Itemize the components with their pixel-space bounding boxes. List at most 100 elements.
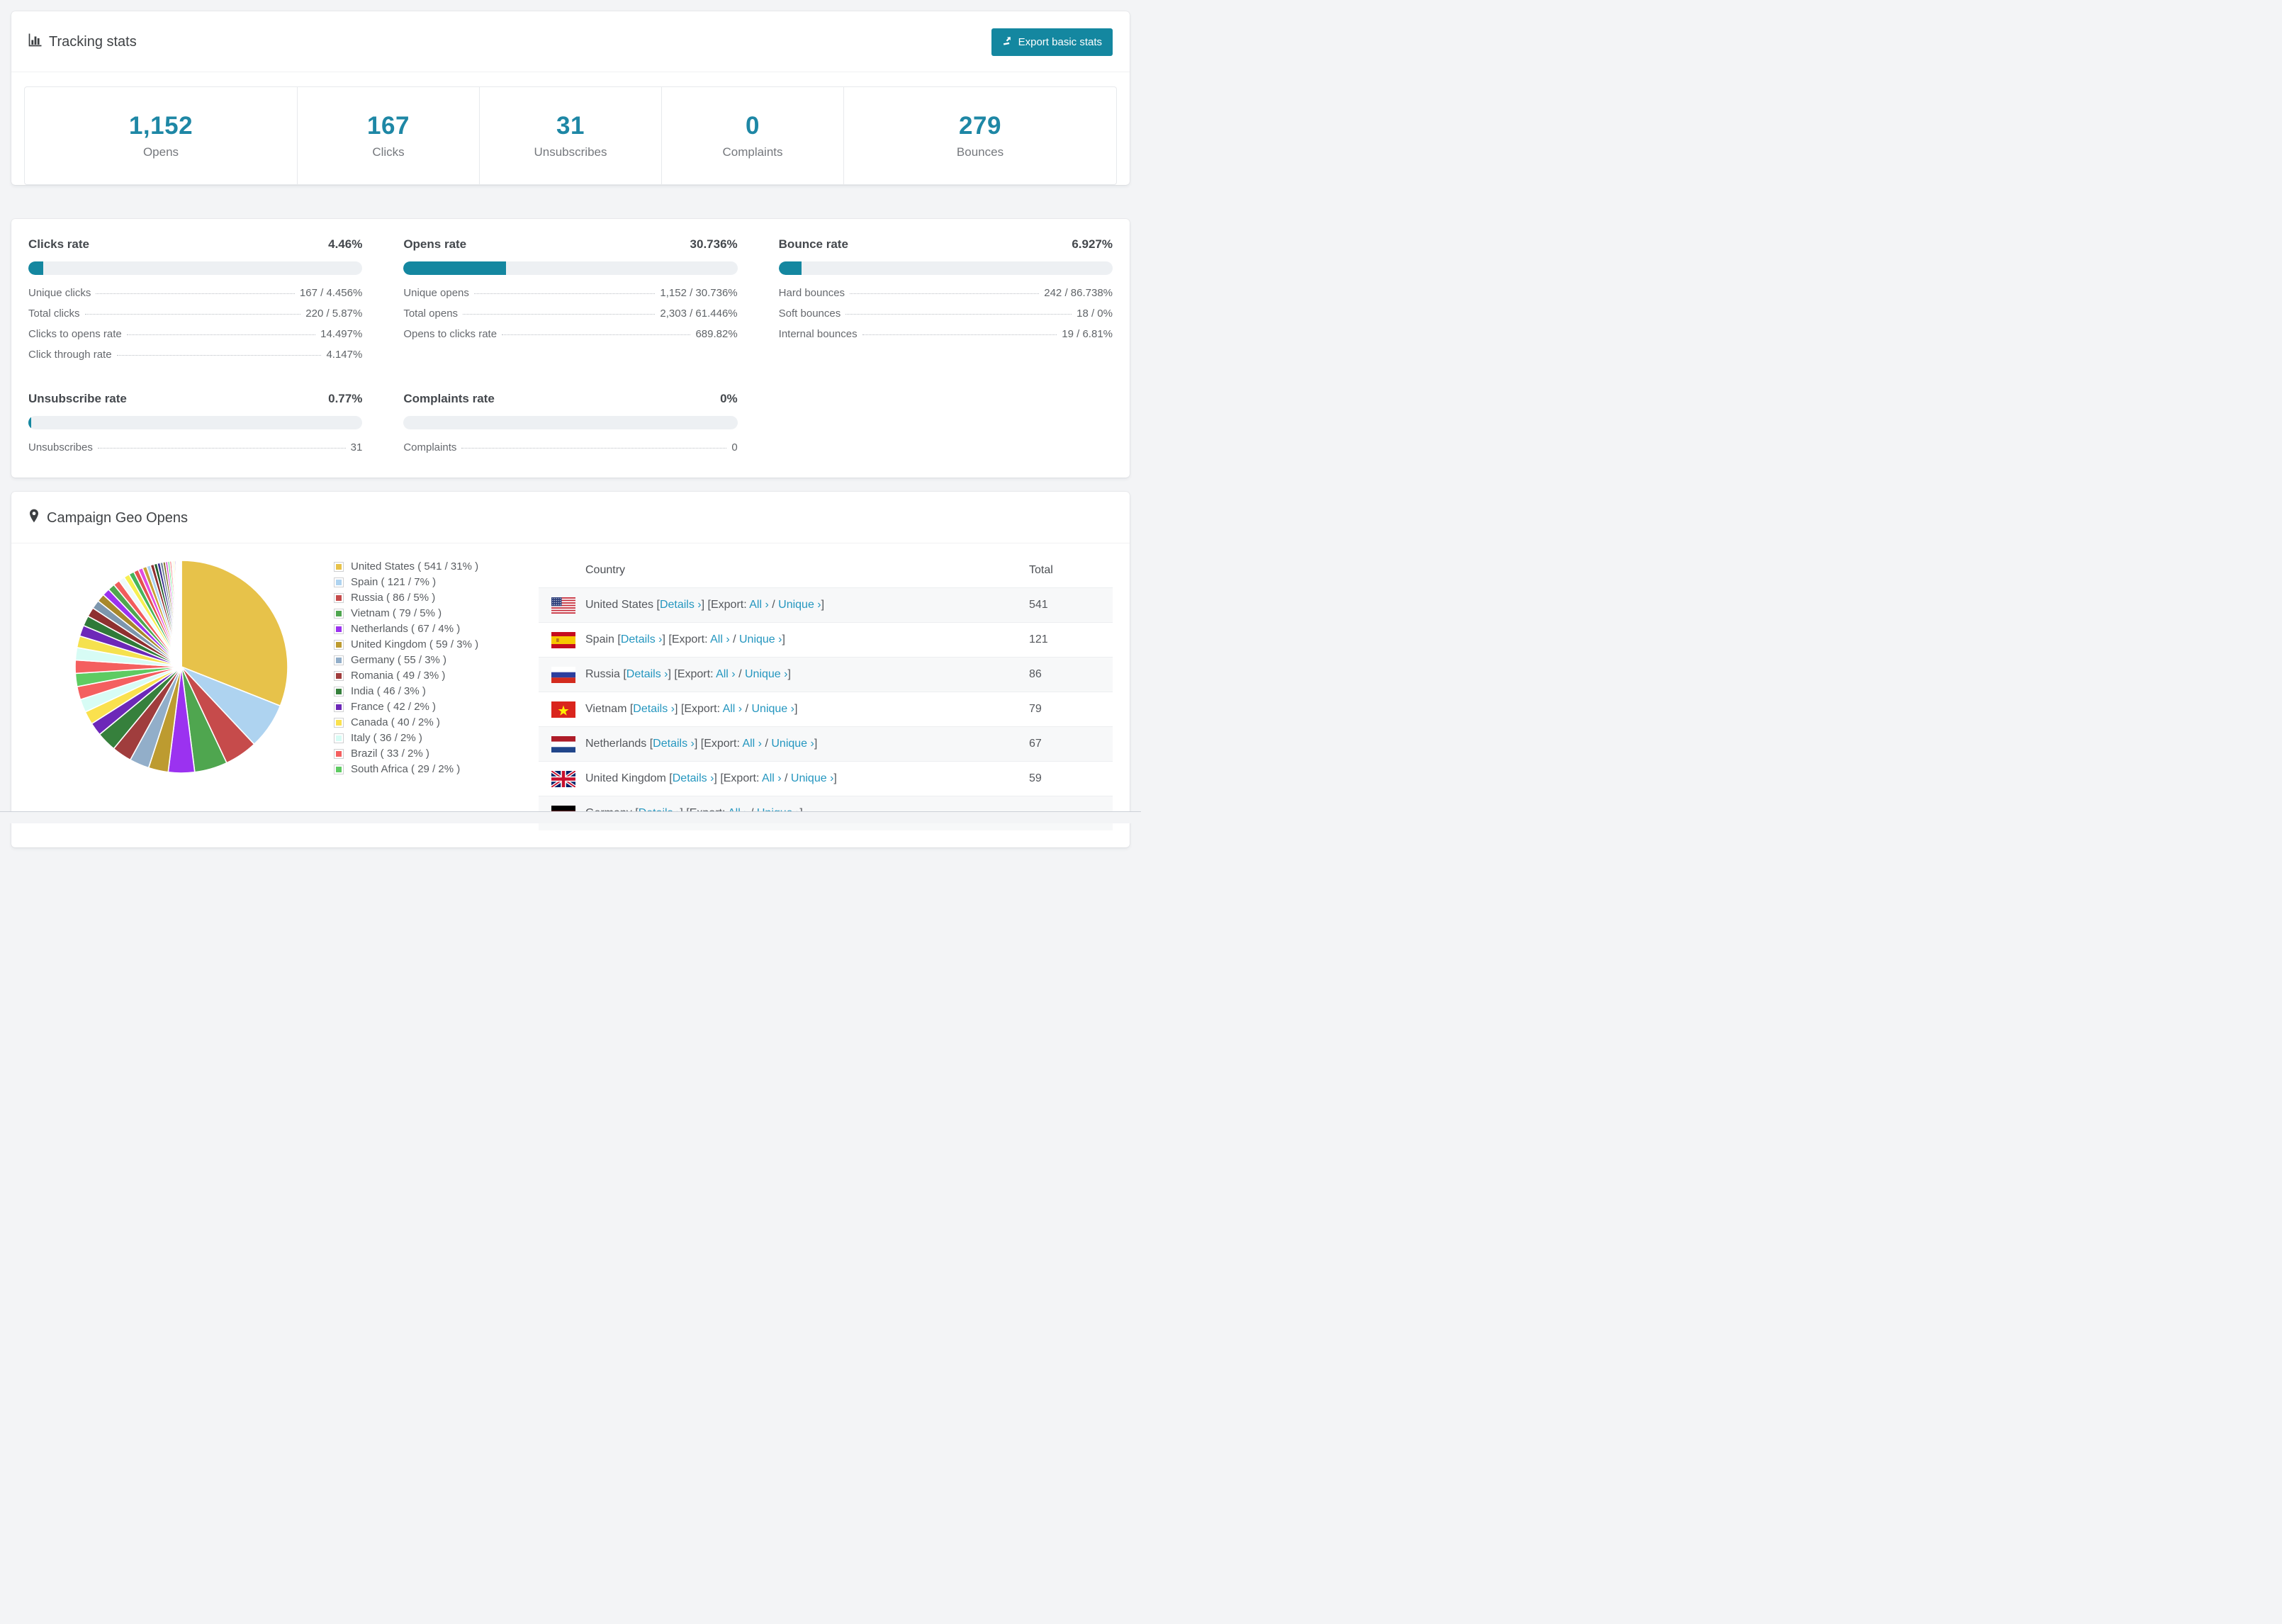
export-unique-link[interactable]: Unique › (745, 668, 787, 680)
dotted-leader (97, 448, 346, 449)
stat-label: Complaints (403, 441, 457, 453)
export-unique-link[interactable]: Unique › (751, 703, 794, 715)
export-all-link[interactable]: All › (716, 668, 736, 680)
geo-table-body: United States [Details ›] [Export: All ›… (539, 587, 1113, 830)
stat-label: Unique opens (403, 287, 469, 299)
summary-value: 279 (959, 112, 1001, 140)
rate-head: Clicks rate 4.46% (28, 237, 362, 252)
legend-label: India ( 46 / 3% ) (351, 685, 426, 697)
rate-panel: Opens rate 30.736% Unique opens 1,152 / … (403, 237, 738, 361)
legend-item: Russia ( 86 / 5% ) (334, 592, 530, 604)
stat-value: 2,303 / 61.446% (660, 308, 738, 320)
summary-label: Bounces (956, 145, 1004, 159)
summary-box-bounces: 279 Bounces (844, 87, 1116, 184)
column-header-country: Country (585, 564, 626, 576)
export-unique-link[interactable]: Unique › (771, 738, 814, 750)
stat-value: 167 / 4.456% (299, 287, 363, 299)
geo-legend: United States ( 541 / 31% ) Spain ( 121 … (334, 553, 530, 830)
legend-swatch-icon (334, 764, 344, 774)
details-link[interactable]: Details › (660, 599, 702, 611)
rate-rows: Hard bounces 242 / 86.738% Soft bounces … (779, 287, 1113, 340)
geo-table-row: Russia [Details ›] [Export: All › / Uniq… (539, 657, 1113, 692)
rate-progress-track (403, 261, 738, 275)
page-title: Tracking stats (49, 34, 137, 50)
stat-label: Clicks to opens rate (28, 328, 122, 340)
details-link[interactable]: Details › (673, 772, 714, 784)
details-link[interactable]: Details › (626, 668, 668, 680)
details-link[interactable]: Details › (621, 633, 663, 645)
stat-line: Complaints 0 (403, 441, 737, 453)
rate-progress-track (403, 416, 738, 429)
rates-card: Clicks rate 4.46% Unique clicks 167 / 4.… (11, 219, 1130, 478)
legend-swatch-icon (334, 717, 344, 728)
export-all-link[interactable]: All › (749, 599, 769, 611)
rate-progress-fill (28, 416, 31, 429)
dotted-leader (463, 314, 656, 315)
geo-pie-chart[interactable] (28, 553, 335, 830)
rate-value: 30.736% (690, 237, 738, 251)
country-name: Russia [ (585, 668, 626, 680)
stat-value: 689.82% (695, 328, 738, 340)
export-basic-stats-button[interactable]: Export basic stats (991, 28, 1113, 56)
legend-swatch-icon (334, 561, 344, 572)
legend-item: Brazil ( 33 / 2% ) (334, 748, 530, 760)
total-cell: 59 (1029, 772, 1042, 784)
summary-label: Unsubscribes (534, 145, 607, 159)
legend-item: Netherlands ( 67 / 4% ) (334, 623, 530, 635)
country-cell: Spain [Details ›] [Export: All › / Uniqu… (539, 631, 1029, 648)
total-cell: 67 (1029, 738, 1042, 750)
legend-label: South Africa ( 29 / 2% ) (351, 763, 461, 775)
stat-line: Unique opens 1,152 / 30.736% (403, 287, 737, 299)
country-cell: Netherlands [Details ›] [Export: All › /… (539, 735, 1029, 752)
export-all-link[interactable]: All › (762, 772, 782, 784)
export-all-link[interactable]: All › (723, 703, 743, 715)
rate-head: Complaints rate 0% (403, 392, 737, 406)
legend-item: United States ( 541 / 31% ) (334, 560, 530, 573)
stat-value: 242 / 86.738% (1044, 287, 1113, 299)
legend-label: Italy ( 36 / 2% ) (351, 732, 422, 744)
column-header-total: Total (1029, 564, 1053, 576)
legend-swatch-icon (334, 577, 344, 587)
summary-box-unsubscribes: 31 Unsubscribes (480, 87, 662, 184)
stat-label: Internal bounces (778, 328, 858, 340)
rate-title: Opens rate (403, 237, 467, 251)
legend-label: Netherlands ( 67 / 4% ) (351, 623, 461, 635)
dotted-leader (502, 334, 691, 335)
summary-value: 167 (367, 112, 410, 140)
summary-box-complaints: 0 Complaints (662, 87, 844, 184)
details-link[interactable]: Details › (653, 738, 695, 750)
country-text: United Kingdom [Details ›] [Export: All … (585, 772, 837, 784)
flag-icon-us (551, 597, 575, 614)
flag-icon-gb (551, 770, 575, 787)
export-all-link[interactable]: All › (742, 738, 762, 750)
legend-swatch-icon (334, 639, 344, 650)
export-unique-link[interactable]: Unique › (739, 633, 782, 645)
total-cell: 541 (1029, 599, 1048, 611)
stat-line: Internal bounces 19 / 6.81% (779, 328, 1113, 340)
flag-icon-nl (551, 735, 575, 752)
export-unique-link[interactable]: Unique › (778, 599, 821, 611)
legend-label: United States ( 541 / 31% ) (351, 560, 479, 573)
summary-label: Opens (142, 145, 179, 159)
summary-box-opens: 1,152 Opens (25, 87, 298, 184)
rate-progress-track (778, 261, 1113, 275)
country-text: Russia [Details ›] [Export: All › / Uniq… (585, 668, 791, 680)
country-name: Netherlands [ (585, 738, 653, 750)
country-name: United Kingdom [ (585, 772, 673, 784)
legend-item: Romania ( 49 / 3% ) (334, 670, 530, 682)
flag-icon-es (551, 631, 575, 648)
rate-panel: Bounce rate 6.927% Hard bounces 242 / 86… (778, 237, 1113, 361)
country-text: Vietnam [Details ›] [Export: All › / Uni… (585, 703, 798, 715)
geo-opens-title: Campaign Geo Opens (28, 509, 188, 527)
export-unique-link[interactable]: Unique › (791, 772, 833, 784)
legend-label: Russia ( 86 / 5% ) (351, 592, 436, 604)
country-cell: United States [Details ›] [Export: All ›… (539, 597, 1029, 614)
details-link[interactable]: Details › (633, 703, 675, 715)
dotted-leader (461, 448, 727, 449)
stat-value: 18 / 0% (1077, 308, 1113, 320)
dotted-leader (845, 314, 1072, 315)
rate-value: 6.927% (1072, 237, 1113, 251)
rate-head: Unsubscribe rate 0.77% (28, 392, 362, 406)
export-all-link[interactable]: All › (710, 633, 730, 645)
summary-value: 31 (556, 112, 585, 140)
